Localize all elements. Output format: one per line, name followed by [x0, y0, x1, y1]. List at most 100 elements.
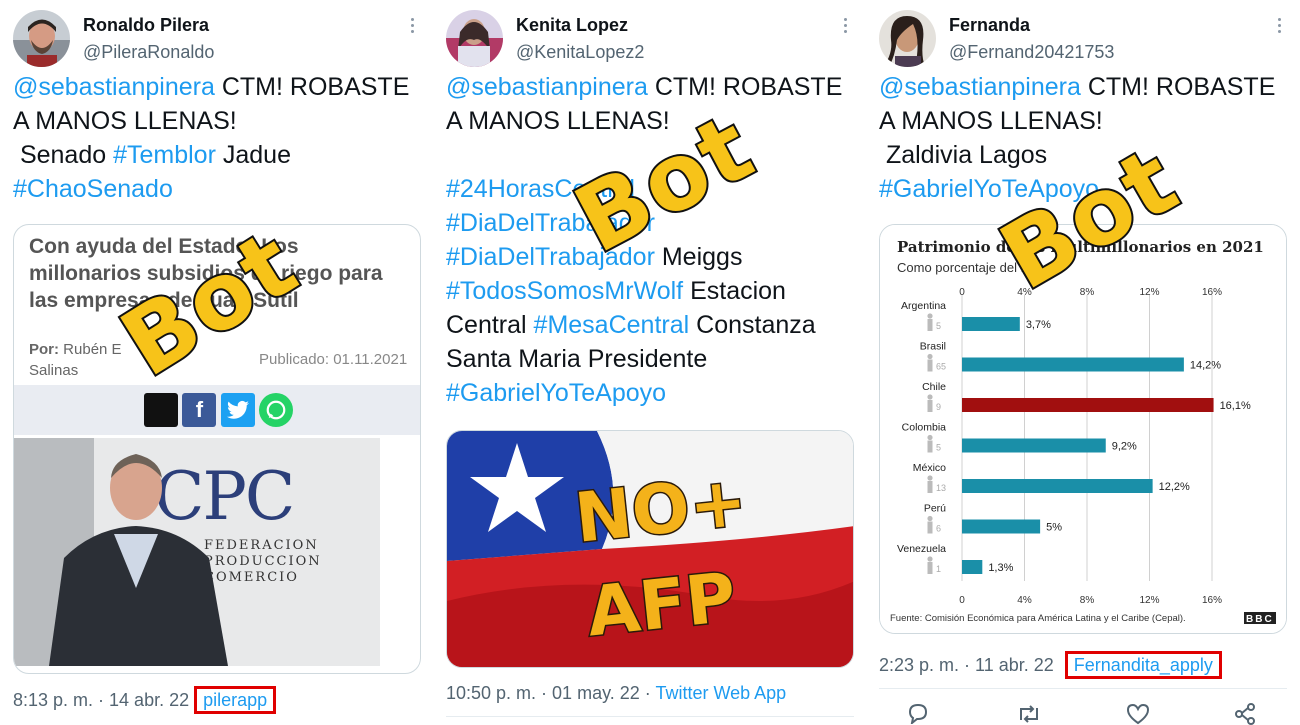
billionaire-count: 1 [936, 564, 941, 574]
tweet-timestamp: 2:23 p. m. · 11 abr. 22 Fernandita_apply [879, 651, 1222, 679]
tweet-text: @sebastianpinera CTM! ROBASTE A MANOS LL… [879, 73, 1276, 203]
person-icon [927, 313, 933, 319]
facebook-share-icon[interactable]: f [182, 393, 217, 427]
person-icon [927, 434, 933, 441]
mention-link[interactable]: @sebastianpinera [879, 73, 1081, 101]
bar [962, 479, 1153, 493]
chart-title: Patrimonio de los multimillonarios en 20… [897, 238, 1264, 256]
more-options-icon[interactable] [1278, 18, 1282, 36]
bar [962, 398, 1214, 412]
divider [879, 688, 1287, 689]
bar [962, 438, 1106, 453]
display-name[interactable]: Ronaldo Pilera [83, 15, 209, 36]
x-tick-label-top: 8% [1080, 287, 1095, 298]
person-icon [927, 353, 933, 360]
category-label: Venezuela [897, 543, 946, 555]
more-options-icon[interactable] [844, 18, 848, 36]
x-tick-label-bottom: 0 [959, 595, 965, 606]
bar-value-label: 1,3% [988, 562, 1013, 574]
avatar[interactable] [879, 10, 936, 67]
mention-link[interactable]: @sebastianpinera [446, 73, 648, 101]
tweet-1: Ronaldo Pilera @PileraRonaldo @sebastian… [0, 0, 433, 725]
person-icon-body [927, 562, 933, 574]
source-link[interactable]: Twitter Web App [655, 683, 786, 703]
bar-chart: Patrimonio de los multimillonarios en 20… [880, 225, 1286, 633]
like-icon[interactable] [1126, 703, 1150, 725]
bar-value-label: 3,7% [1026, 319, 1051, 331]
chart-card[interactable]: Patrimonio de los multimillonarios en 20… [879, 224, 1287, 634]
x-tick-label-bottom: 12% [1139, 595, 1159, 606]
bbc-logo-text: BBC [1246, 614, 1274, 625]
tweet-text: @sebastianpinera CTM! ROBASTE A MANOS LL… [446, 73, 843, 407]
x-tick-label-top: 12% [1139, 287, 1159, 298]
x-tick-label-bottom: 4% [1017, 595, 1032, 606]
billionaire-count: 65 [936, 362, 946, 372]
display-name[interactable]: Kenita Lopez [516, 15, 628, 36]
person-icon [927, 515, 933, 522]
avatar[interactable] [13, 10, 70, 67]
x-tick-label-top: 16% [1202, 287, 1222, 298]
person-icon-body [927, 319, 933, 331]
image-text-afp: AFP [582, 557, 741, 654]
more-options-icon[interactable] [411, 18, 415, 36]
user-handle[interactable]: @KenitaLopez2 [516, 42, 644, 63]
source-link[interactable]: Fernandita_apply [1064, 651, 1222, 679]
person-icon-body [927, 400, 933, 412]
person-icon-body [927, 481, 933, 493]
bar-value-label: 16,1% [1220, 400, 1251, 412]
tweet-3: Fernanda @Fernand20421753 @sebastianpine… [866, 0, 1300, 725]
article-date: Publicado: 01.11.2021 [259, 351, 408, 368]
hashtag-link[interactable]: #DiaDelTrabajador [446, 243, 655, 271]
avatar[interactable] [446, 10, 503, 67]
hashtag-link[interactable]: #24HorasCentral [446, 175, 635, 203]
share-bar: f [14, 385, 420, 435]
tweet-text: @sebastianpinera CTM! ROBASTE A MANOS LL… [13, 73, 410, 203]
hashtag-link[interactable]: #ChaoSenado [13, 175, 173, 203]
hashtag-link[interactable]: #GabrielYoTeApoyo [879, 175, 1099, 203]
article-card[interactable]: Con ayuda del Estado: Los millonarios su… [13, 224, 421, 674]
chart-source: Fuente: Comisión Económica para América … [890, 613, 1186, 624]
bar-value-label: 5% [1046, 522, 1062, 534]
x-share-icon[interactable] [144, 393, 178, 427]
bar-value-label: 14,2% [1190, 360, 1221, 372]
person-icon-body [927, 521, 933, 534]
reply-icon[interactable] [906, 702, 930, 725]
twitter-share-icon[interactable] [220, 393, 255, 427]
user-handle[interactable]: @Fernand20421753 [949, 42, 1114, 63]
bar [962, 560, 983, 574]
user-handle[interactable]: @PileraRonaldo [83, 42, 214, 63]
billionaire-count: 6 [936, 524, 941, 534]
hashtag-link[interactable]: #Temblor [113, 141, 216, 169]
divider [446, 716, 854, 717]
category-label: Colombia [902, 422, 947, 434]
whatsapp-share-icon[interactable] [259, 393, 294, 427]
tweet-image[interactable]: NO+ AFP [446, 430, 854, 668]
person-icon-body [927, 359, 933, 372]
retweet-icon[interactable] [1016, 704, 1042, 725]
category-label: Brasil [920, 341, 946, 353]
display-name[interactable]: Fernanda [949, 15, 1030, 36]
x-tick-label-bottom: 16% [1202, 595, 1222, 606]
hashtag-link[interactable]: #MesaCentral [534, 311, 690, 339]
source-link[interactable]: pilerapp [194, 686, 277, 714]
bar [962, 519, 1041, 534]
billionaire-count: 5 [936, 321, 941, 331]
person-icon [927, 556, 933, 562]
hashtag-link[interactable]: #DiaDelTrabajador [446, 209, 655, 237]
x-tick-label-bottom: 8% [1080, 595, 1095, 606]
share-icon[interactable] [1234, 703, 1256, 725]
bar [962, 357, 1184, 372]
hashtag-link[interactable]: #GabrielYoTeApoyo [446, 379, 666, 407]
billionaire-count: 13 [936, 483, 946, 493]
bar [962, 317, 1020, 331]
category-label: Chile [922, 381, 946, 393]
category-label: Argentina [901, 300, 946, 312]
chart-subtitle: Como porcentaje del PIB [897, 260, 1042, 275]
bar-value-label: 9,2% [1112, 441, 1137, 453]
tweet-2: Kenita Lopez @KenitaLopez2 @sebastianpin… [433, 0, 866, 725]
article-byline: Por: Rubén E Salinas [29, 341, 122, 379]
mention-link[interactable]: @sebastianpinera [13, 73, 215, 101]
hashtag-link[interactable]: #TodosSomosMrWolf [446, 277, 683, 305]
person-icon [927, 475, 933, 481]
x-tick-label-top: 4% [1017, 287, 1032, 298]
